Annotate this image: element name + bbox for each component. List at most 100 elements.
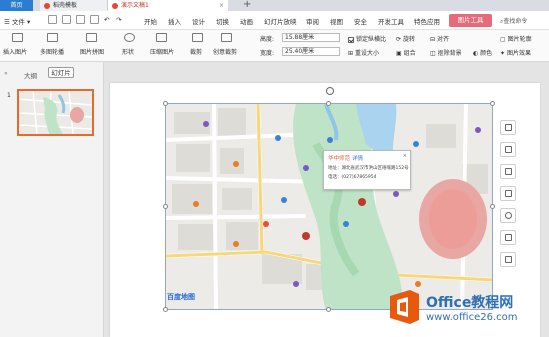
multi-crop-button[interactable]: 多图轮播 [40,47,64,56]
height-input[interactable]: 15.88厘米 [282,33,340,42]
float-zoom-icon[interactable] [500,208,516,223]
compress-picture-button[interactable]: 压缩图片 [150,47,174,56]
tab-document[interactable]: 演示文稿1 × [108,0,228,11]
crop-icon [192,33,203,42]
open-icon[interactable] [62,15,71,24]
map-graphic [166,104,492,309]
creative-crop-icon [221,33,232,42]
location-popup: 华中师范 详情 地址：湖北省武汉市洪山区珞喻路152号 电话：(027)67865… [323,150,411,190]
picture-stitch-icon [86,33,97,42]
popup-close-icon[interactable]: × [403,153,407,159]
combine-button[interactable]: ▣ 组合 [396,48,416,57]
tab-template[interactable]: 稻壳模板 [40,0,108,11]
rotate-label: 旋转 [402,36,415,43]
remove-background-button[interactable]: ◫ 抠除背景 [430,48,462,57]
preview-icon[interactable] [90,15,99,24]
rotate-handle[interactable] [326,87,334,95]
effect-glyph [505,190,512,197]
new-tab-button[interactable]: + [243,0,251,10]
lock-ratio-check [348,36,354,43]
align-button[interactable]: ⊟ 对齐 [430,34,449,43]
tab-outline[interactable]: 大纲 [24,70,37,80]
float-edit-icon[interactable] [500,120,516,135]
combine-icon: ▣ [396,50,404,57]
insert-picture-button[interactable]: 插入图片 [3,47,27,56]
align-icon: ⊟ [430,36,437,43]
close-tab-icon[interactable]: × [219,0,224,11]
tab-slides[interactable]: 幻灯片 [48,67,74,78]
presentation-icon [112,2,118,9]
redo-icon[interactable]: ↷ [116,16,121,24]
reset-size-icon: ⊞ [348,50,355,57]
float-copy-icon[interactable] [500,252,516,267]
menu-design[interactable]: 设计 [192,16,205,26]
menu-animation[interactable]: 动画 [240,16,253,26]
remove-bg-glyph [505,168,512,175]
popup-phone: 电话：(027)67865954 [328,175,377,180]
lock-ratio-label: 锁定纵横比 [356,36,387,43]
office26-watermark: Office教程网 www.office26.com [388,288,549,337]
picture-effect-button[interactable]: ✦ 图片效果 [500,48,531,57]
resize-handle-top-right[interactable] [490,101,495,106]
menu-view[interactable]: 视图 [330,16,343,26]
title-tab-bar: 首页 稻壳模板 演示文稿1 × + [0,0,549,11]
tab-template-label: 稻壳模板 [53,2,78,9]
slides-panel: « 大纲 幻灯片 1 [0,62,104,337]
edit-glyph [505,124,512,131]
resize-handle-bottom-left[interactable] [163,307,168,312]
height-label: 高度: [260,36,275,43]
float-layer-icon[interactable] [500,230,516,245]
crop-button[interactable]: 裁剪 [190,47,202,56]
popup-title-text: 华中师范 [328,156,351,162]
creative-crop-button[interactable]: 创意裁剪 [213,47,237,56]
menu-insert[interactable]: 插入 [168,16,181,26]
width-input[interactable]: 25.40厘米 [282,47,340,56]
shape-icon [124,33,135,42]
reset-size-button[interactable]: ⊞ 重设大小 [348,48,379,57]
popup-detail-link[interactable]: 详情 [352,156,363,162]
float-remove-bg-icon[interactable] [500,164,516,179]
float-crop-icon[interactable] [500,142,516,157]
float-effect-icon[interactable] [500,186,516,201]
print-icon[interactable] [76,15,85,24]
picture-stitch-button[interactable]: 图片拼图 [80,47,104,56]
slide-thumbnail[interactable] [17,89,94,136]
resize-handle-right[interactable] [490,204,495,209]
save-icon[interactable] [48,15,57,24]
popup-address: 地址：湖北省武汉市洪山区珞喻路152号 [328,166,409,171]
slide-number: 1 [7,92,11,99]
undo-icon[interactable]: ↶ [104,16,109,24]
layer-glyph [505,234,512,241]
collapse-panel-icon[interactable]: « [4,70,8,77]
file-menu[interactable]: ☰ 文件 ▾ [4,16,30,26]
menu-slideshow[interactable]: 幻灯片放映 [264,16,297,26]
picture-outline-button[interactable]: ▢ 图片轮廓 [500,34,532,43]
insert-picture-icon [12,33,23,42]
remove-background-label: 抠除背景 [437,50,462,57]
map-picture[interactable] [165,103,493,310]
combine-label: 组合 [403,50,416,57]
rotate-button[interactable]: ⟳ 旋转 [396,34,415,43]
menu-review[interactable]: 审阅 [306,16,319,26]
tab-picture-tools[interactable]: 图片工具 [449,14,492,27]
width-label: 宽度: [260,50,275,57]
color-button[interactable]: ◐ 颜色 [473,48,492,57]
align-label: 对齐 [436,36,449,43]
menu-transition[interactable]: 切换 [216,16,229,26]
tab-document-label: 演示文稿1 [121,2,149,9]
resize-handle-bottom[interactable] [326,307,331,312]
menu-security[interactable]: 安全 [354,16,367,26]
menu-developer[interactable]: 开发工具 [378,16,404,26]
lock-ratio-checkbox[interactable]: 锁定纵横比 [348,34,386,43]
shape-button[interactable]: 形状 [122,47,134,56]
menu-start[interactable]: 开始 [144,16,157,26]
resize-handle-left[interactable] [163,204,168,209]
zoom-glyph [505,212,512,219]
compress-icon [156,33,167,42]
resize-handle-top-left[interactable] [163,101,168,106]
tab-home[interactable]: 首页 [0,0,33,11]
picture-effect-label: 图片效果 [506,50,531,57]
menu-features[interactable]: 特色应用 [414,16,440,26]
command-search[interactable]: ⌕查找命令 [500,16,527,26]
resize-handle-top[interactable] [326,101,331,106]
